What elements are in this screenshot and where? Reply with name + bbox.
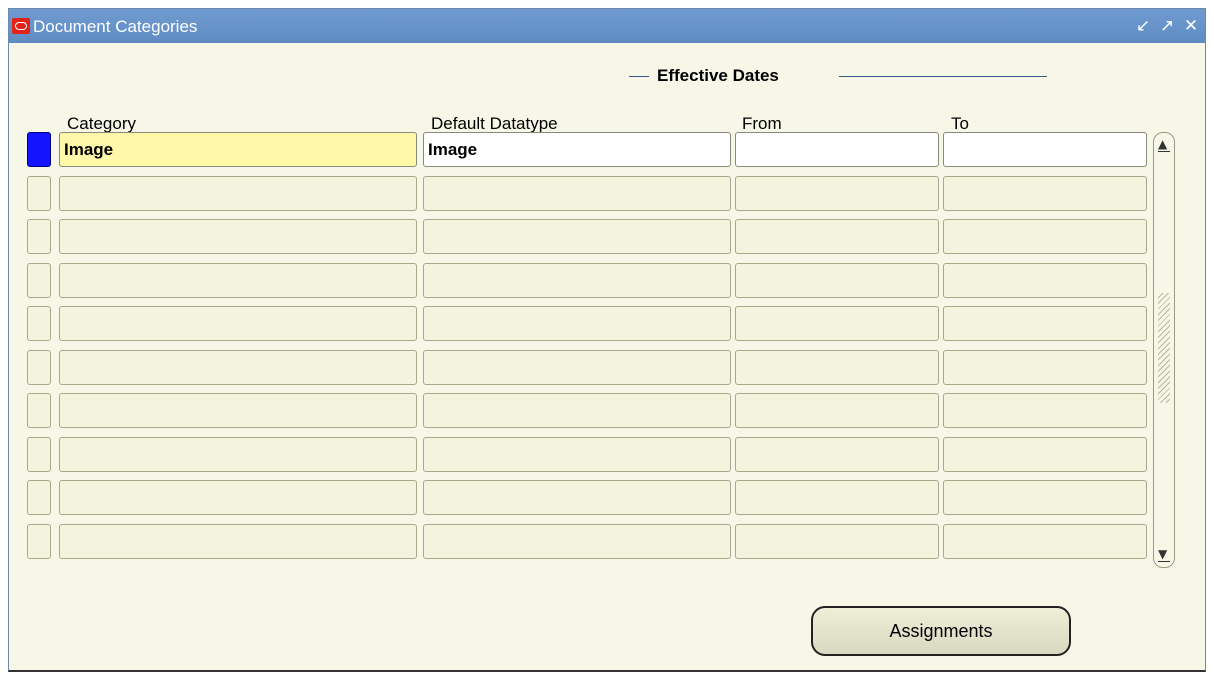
cell-from[interactable] <box>735 306 939 341</box>
record-indicator[interactable] <box>27 350 51 385</box>
record-indicator[interactable] <box>27 263 51 298</box>
column-header-from: From <box>742 114 782 133</box>
record-indicator[interactable] <box>27 480 51 515</box>
record-indicator[interactable] <box>27 306 51 341</box>
cell-category[interactable] <box>59 393 417 428</box>
cell-category[interactable] <box>59 480 417 515</box>
maximize-icon[interactable]: ↗ <box>1157 15 1177 37</box>
column-header-to: To <box>951 114 969 133</box>
cell-to[interactable] <box>943 219 1147 254</box>
group-divider-right <box>839 76 1047 77</box>
record-indicator[interactable] <box>27 176 51 211</box>
cell-from[interactable] <box>735 393 939 428</box>
record-indicator[interactable] <box>27 437 51 472</box>
close-icon[interactable]: ✕ <box>1181 15 1201 37</box>
cell-category[interactable] <box>59 306 417 341</box>
cell-to[interactable] <box>943 480 1147 515</box>
cell-default-datatype[interactable] <box>423 306 731 341</box>
cell-to[interactable] <box>943 306 1147 341</box>
group-divider-left <box>629 76 649 77</box>
scroll-up-icon[interactable]: ▲ <box>1158 138 1170 152</box>
record-indicator[interactable] <box>27 524 51 559</box>
window-controls: ↙ ↗ ✕ <box>1133 15 1201 37</box>
minimize-icon[interactable]: ↙ <box>1133 15 1153 37</box>
cell-to[interactable] <box>943 393 1147 428</box>
cell-from[interactable] <box>735 219 939 254</box>
document-categories-window: Document Categories ↙ ↗ ✕ Effective Date… <box>8 8 1206 672</box>
cell-category[interactable] <box>59 176 417 211</box>
cell-category[interactable]: Image <box>59 132 417 167</box>
column-header-category: Category <box>67 114 136 133</box>
record-indicator[interactable] <box>27 393 51 428</box>
effective-dates-label: Effective Dates <box>657 66 779 85</box>
cell-to[interactable] <box>943 350 1147 385</box>
cell-category[interactable] <box>59 350 417 385</box>
cell-default-datatype[interactable] <box>423 437 731 472</box>
record-indicator[interactable] <box>27 219 51 254</box>
cell-default-datatype[interactable] <box>423 480 731 515</box>
record-indicator[interactable] <box>27 132 51 167</box>
cell-to[interactable] <box>943 263 1147 298</box>
window-title: Document Categories <box>33 17 198 36</box>
cell-category[interactable] <box>59 437 417 472</box>
cell-to[interactable] <box>943 437 1147 472</box>
cell-from[interactable] <box>735 132 939 167</box>
cell-category[interactable] <box>59 263 417 298</box>
title-bar[interactable]: Document Categories ↙ ↗ ✕ <box>9 9 1205 43</box>
cell-default-datatype[interactable] <box>423 176 731 211</box>
cell-to[interactable] <box>943 176 1147 211</box>
cell-from[interactable] <box>735 524 939 559</box>
cell-from[interactable] <box>735 437 939 472</box>
cell-default-datatype[interactable] <box>423 219 731 254</box>
scroll-grip[interactable] <box>1158 293 1170 403</box>
cell-from[interactable] <box>735 350 939 385</box>
cell-category[interactable] <box>59 219 417 254</box>
assignments-button[interactable]: Assignments <box>811 606 1071 656</box>
column-header-default-datatype: Default Datatype <box>431 114 558 133</box>
cell-category[interactable] <box>59 524 417 559</box>
cell-to[interactable] <box>943 132 1147 167</box>
cell-default-datatype[interactable] <box>423 263 731 298</box>
oracle-logo-icon <box>12 18 30 34</box>
vertical-scrollbar[interactable]: ▲ ▼ <box>1153 132 1175 568</box>
cell-default-datatype[interactable]: Image <box>423 132 731 167</box>
cell-to[interactable] <box>943 524 1147 559</box>
cell-default-datatype[interactable] <box>423 524 731 559</box>
cell-from[interactable] <box>735 480 939 515</box>
cell-default-datatype[interactable] <box>423 393 731 428</box>
cell-default-datatype[interactable] <box>423 350 731 385</box>
cell-from[interactable] <box>735 263 939 298</box>
effective-dates-group: Effective Dates <box>629 66 1049 86</box>
cell-from[interactable] <box>735 176 939 211</box>
scroll-down-icon[interactable]: ▼ <box>1158 548 1170 562</box>
